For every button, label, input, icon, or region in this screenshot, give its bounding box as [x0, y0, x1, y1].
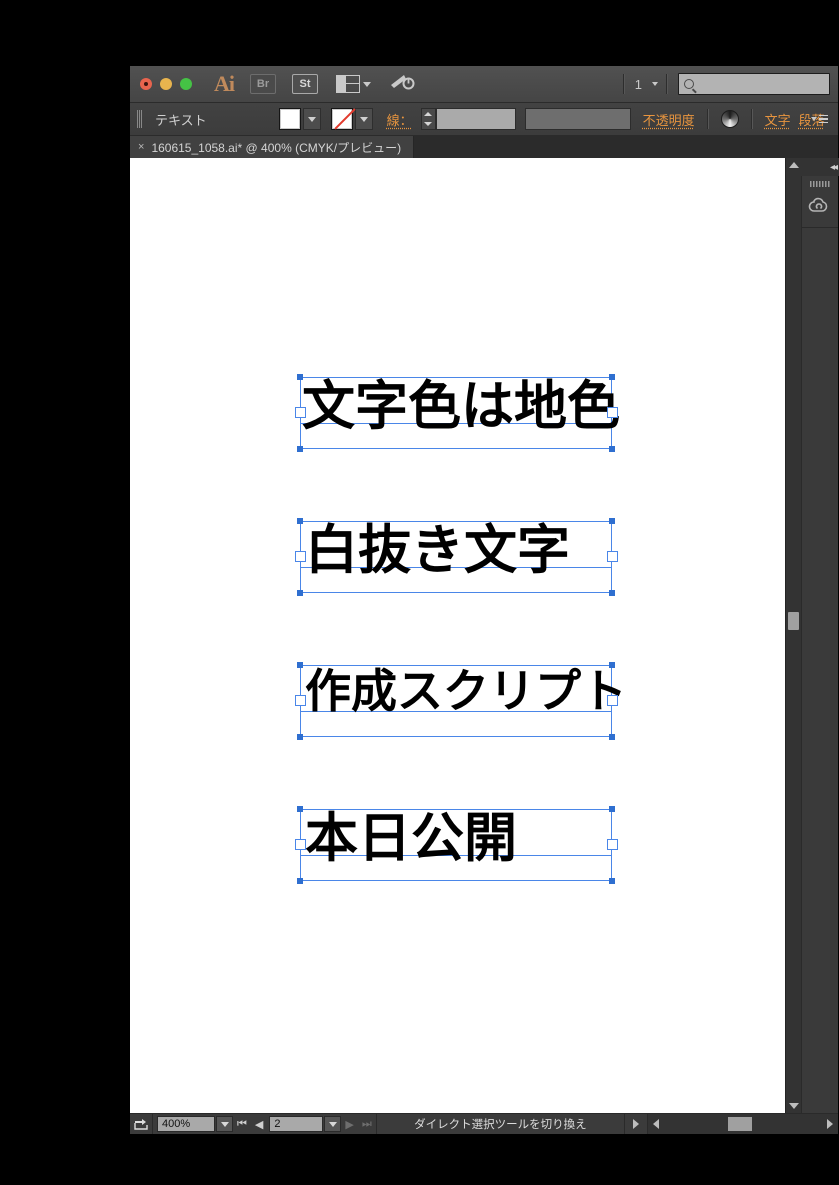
bridge-icon[interactable]: Br: [250, 74, 276, 94]
control-bar-menu-button[interactable]: [811, 115, 828, 124]
selection-handle-mid[interactable]: [295, 839, 306, 850]
document-tab-bar: × 160615_1058.ai* @ 400% (CMYK/プレビュー): [130, 136, 838, 158]
creative-cloud-icon[interactable]: [807, 193, 833, 219]
stroke-dropdown[interactable]: [355, 108, 373, 130]
status-bar: 400% ⏮ ◀ 2 ▶ ⏭ ダイレクト選択ツールを切り換え: [130, 1113, 838, 1134]
opacity-label[interactable]: 不透明度: [643, 110, 695, 129]
scroll-right-button[interactable]: [822, 1119, 838, 1129]
selection-handle[interactable]: [609, 878, 615, 884]
panel-drag-handle[interactable]: [810, 181, 830, 187]
workspace-row: 文字色は地色 白抜き文字 作成スクリプト 本日公開 ◂◂: [130, 158, 838, 1113]
scroll-left-button[interactable]: [648, 1119, 664, 1129]
selection-handle-mid[interactable]: [295, 407, 306, 418]
zoom-field[interactable]: 400%: [157, 1116, 215, 1132]
stock-icon[interactable]: St: [292, 74, 318, 94]
divider: [802, 227, 838, 228]
minimize-window-button[interactable]: [160, 78, 172, 90]
page-field[interactable]: 2: [269, 1116, 323, 1132]
selection-handle[interactable]: [297, 734, 303, 740]
horizontal-scrollbar[interactable]: [648, 1114, 838, 1134]
search-icon: [684, 79, 694, 89]
selection-handle[interactable]: [297, 446, 303, 452]
scrollbar-thumb[interactable]: [728, 1117, 752, 1131]
divider: [666, 74, 668, 94]
close-window-button[interactable]: [140, 78, 152, 90]
chevron-down-icon: [811, 117, 817, 121]
stroke-weight-label[interactable]: 線：: [387, 110, 413, 129]
selection-handle[interactable]: [609, 590, 615, 596]
stroke-weight-stepper[interactable]: [421, 108, 436, 130]
panel-menu-icon: [819, 115, 828, 124]
stroke-color-swatch[interactable]: [331, 108, 353, 130]
character-panel-label[interactable]: 文字: [765, 110, 791, 129]
scrollbar-track[interactable]: [786, 172, 801, 1099]
selection-handle-mid[interactable]: [607, 695, 618, 706]
status-menu-button[interactable]: [625, 1114, 648, 1134]
artboard-canvas[interactable]: 文字色は地色 白抜き文字 作成スクリプト 本日公開: [130, 158, 785, 1113]
fill-dropdown[interactable]: [303, 108, 321, 130]
last-page-button[interactable]: ⏭: [358, 1118, 376, 1131]
selection-handle[interactable]: [609, 734, 615, 740]
selection-handle[interactable]: [609, 446, 615, 452]
scroll-up-button[interactable]: [786, 158, 801, 172]
active-tool-label: テキスト: [155, 110, 207, 129]
artwork-text[interactable]: 作成スクリプト: [305, 668, 627, 714]
workspace-switcher-icon[interactable]: [389, 72, 415, 97]
first-page-button[interactable]: ⏮: [233, 1118, 251, 1131]
right-panel-dock: ◂◂: [801, 158, 838, 1113]
illustrator-window: Ai Br St 1 テキスト 線： 不透明度 文字 段落 × 160615_1…: [65, 33, 773, 1101]
chevron-down-icon: [363, 82, 371, 87]
maximize-window-button[interactable]: [180, 78, 192, 90]
status-message[interactable]: ダイレクト選択ツールを切り換え: [376, 1114, 625, 1134]
window-controls: [140, 78, 192, 90]
document-tab[interactable]: × 160615_1058.ai* @ 400% (CMYK/プレビュー): [130, 136, 414, 158]
double-chevron-left-icon: ◂◂: [830, 162, 836, 173]
artwork-text[interactable]: 白抜き文字: [305, 524, 570, 577]
workspace-number[interactable]: 1: [625, 77, 652, 92]
document-tab-title: 160615_1058.ai* @ 400% (CMYK/プレビュー): [151, 139, 401, 156]
selection-handle-mid[interactable]: [607, 551, 618, 562]
app-logo-icon: Ai: [214, 71, 234, 97]
previous-page-button[interactable]: ◀: [251, 1118, 267, 1131]
stroke-weight-field[interactable]: [436, 108, 516, 130]
page-dropdown[interactable]: [324, 1116, 341, 1132]
transparency-icon[interactable]: [721, 110, 739, 128]
selection-handle[interactable]: [297, 878, 303, 884]
selection-handle-mid[interactable]: [607, 839, 618, 850]
search-input[interactable]: [678, 73, 830, 95]
selection-handle[interactable]: [297, 374, 303, 380]
scrollbar-track[interactable]: [664, 1114, 822, 1134]
next-page-button[interactable]: ▶: [341, 1118, 357, 1131]
scrollbar-thumb[interactable]: [788, 612, 799, 630]
scroll-down-button[interactable]: [786, 1099, 801, 1113]
selection-handle[interactable]: [297, 806, 303, 812]
arrange-grid-icon: [336, 75, 360, 93]
control-bar: テキスト 線： 不透明度 文字 段落: [130, 103, 838, 136]
selection-handle[interactable]: [297, 518, 303, 524]
selection-handle[interactable]: [609, 518, 615, 524]
selection-handle[interactable]: [609, 806, 615, 812]
selection-handle[interactable]: [609, 374, 615, 380]
share-icon[interactable]: [130, 1114, 153, 1134]
dock-collapse-button[interactable]: ◂◂: [800, 158, 839, 176]
zoom-dropdown[interactable]: [216, 1116, 233, 1132]
window-titlebar: Ai Br St 1: [130, 66, 838, 103]
selection-handle[interactable]: [297, 662, 303, 668]
selection-handle-mid[interactable]: [607, 407, 618, 418]
vertical-scrollbar[interactable]: [785, 158, 801, 1113]
artwork-text[interactable]: 本日公開: [305, 812, 517, 865]
drag-handle[interactable]: [137, 110, 143, 128]
close-icon[interactable]: ×: [138, 141, 144, 153]
selection-handle-mid[interactable]: [295, 695, 306, 706]
artwork-text[interactable]: 文字色は地色: [302, 380, 620, 433]
stroke-profile-field[interactable]: [525, 108, 631, 130]
selection-handle[interactable]: [297, 590, 303, 596]
arrange-documents-button[interactable]: [336, 75, 371, 93]
chevron-down-icon[interactable]: [652, 82, 658, 86]
selection-handle[interactable]: [609, 662, 615, 668]
selection-handle-mid[interactable]: [295, 551, 306, 562]
fill-color-swatch[interactable]: [279, 108, 301, 130]
